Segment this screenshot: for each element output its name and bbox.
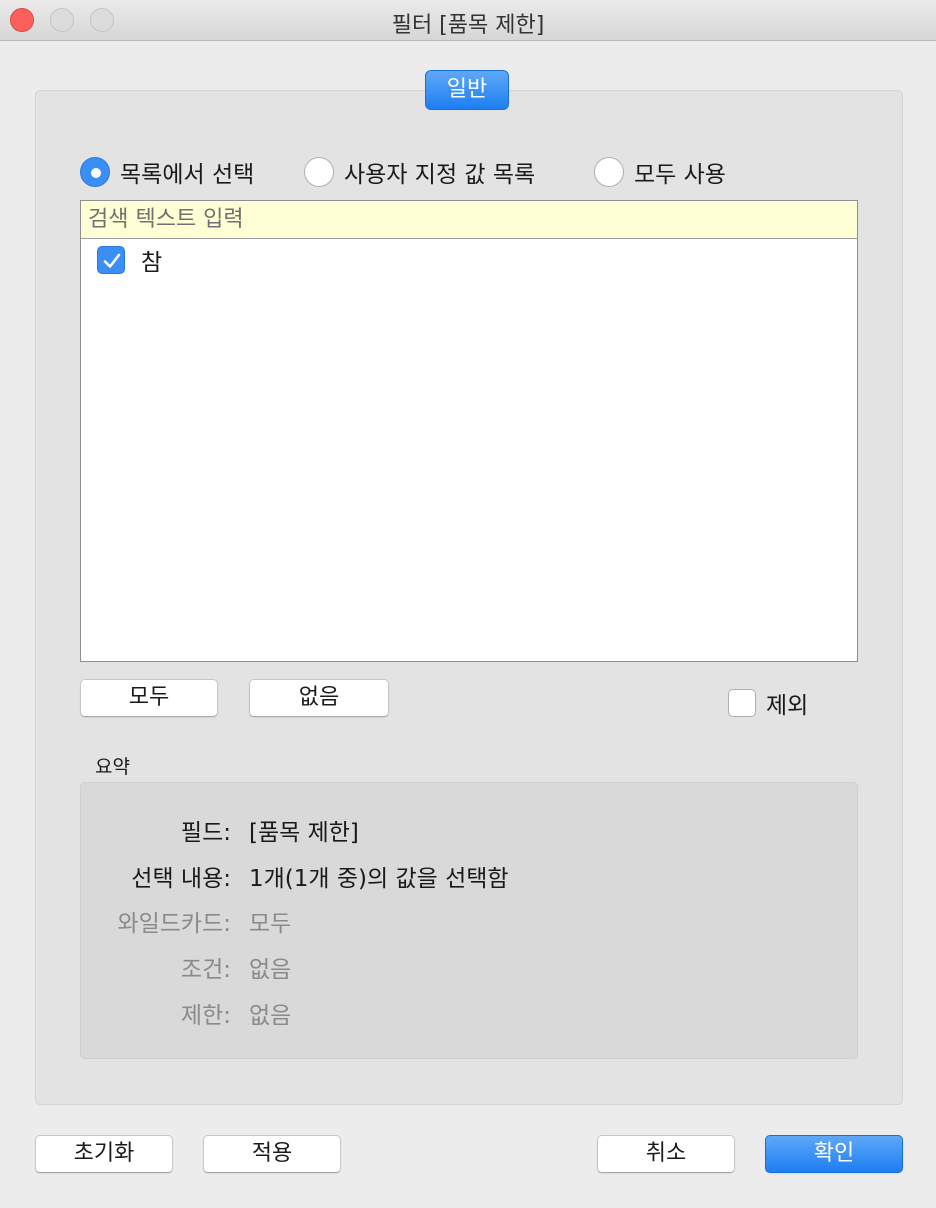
summary-row-wildcard: 와일드카드: 모두 <box>81 904 291 938</box>
summary-value: 없음 <box>249 957 292 983</box>
summary-heading: 요약 <box>95 756 130 778</box>
cancel-button[interactable]: 취소 <box>597 1135 735 1173</box>
select-all-button[interactable]: 모두 <box>80 679 218 717</box>
radio-use-all[interactable]: 모두 사용 <box>594 154 726 190</box>
summary-key: 제한: <box>180 1003 231 1029</box>
summary-key: 필드: <box>180 820 231 846</box>
ok-button[interactable]: 확인 <box>765 1135 903 1173</box>
list-item-label: 참 <box>141 250 163 276</box>
summary-value: 없음 <box>249 1003 292 1029</box>
tab-general[interactable]: 일반 <box>425 70 509 110</box>
summary-row-condition: 조건: 없음 <box>81 950 291 984</box>
radio-button[interactable] <box>80 157 110 187</box>
radio-button[interactable] <box>304 157 334 187</box>
select-none-button[interactable]: 없음 <box>249 679 389 717</box>
radio-custom-value-list[interactable]: 사용자 지정 값 목록 <box>304 154 535 190</box>
item-checkbox[interactable] <box>97 246 125 274</box>
radio-select-from-list[interactable]: 목록에서 선택 <box>80 154 254 190</box>
exclude-checkbox[interactable] <box>728 689 756 717</box>
summary-value: 1개(1개 중)의 값을 선택함 <box>249 866 509 892</box>
search-input[interactable] <box>81 201 857 239</box>
summary-row-limit: 제한: 없음 <box>81 996 291 1030</box>
value-list[interactable]: 참 <box>80 200 858 662</box>
exclude-label: 제외 <box>766 693 809 719</box>
summary-value: [품목 제한] <box>249 820 359 846</box>
apply-button[interactable]: 적용 <box>203 1135 341 1173</box>
radio-label: 모두 사용 <box>634 162 726 188</box>
summary-key: 조건: <box>180 957 231 983</box>
radio-label: 목록에서 선택 <box>120 162 255 188</box>
summary-box: 필드: [품목 제한] 선택 내용: 1개(1개 중)의 값을 선택함 와일드카… <box>80 782 858 1059</box>
summary-key: 선택 내용: <box>131 866 231 892</box>
summary-row-field: 필드: [품목 제한] <box>81 813 359 847</box>
exclude-toggle[interactable]: 제외 <box>728 686 808 720</box>
summary-key: 와일드카드: <box>117 911 231 937</box>
summary-row-selection: 선택 내용: 1개(1개 중)의 값을 선택함 <box>81 859 509 893</box>
summary-value: 모두 <box>249 911 292 937</box>
radio-button[interactable] <box>594 157 624 187</box>
list-item[interactable]: 참 <box>97 243 162 277</box>
checkmark-icon <box>103 253 121 268</box>
window-title: 필터 [품목 제한] <box>391 13 545 38</box>
reset-button[interactable]: 초기화 <box>35 1135 173 1173</box>
title-bar: 필터 [품목 제한] <box>0 0 936 41</box>
radio-label: 사용자 지정 값 목록 <box>344 162 536 188</box>
